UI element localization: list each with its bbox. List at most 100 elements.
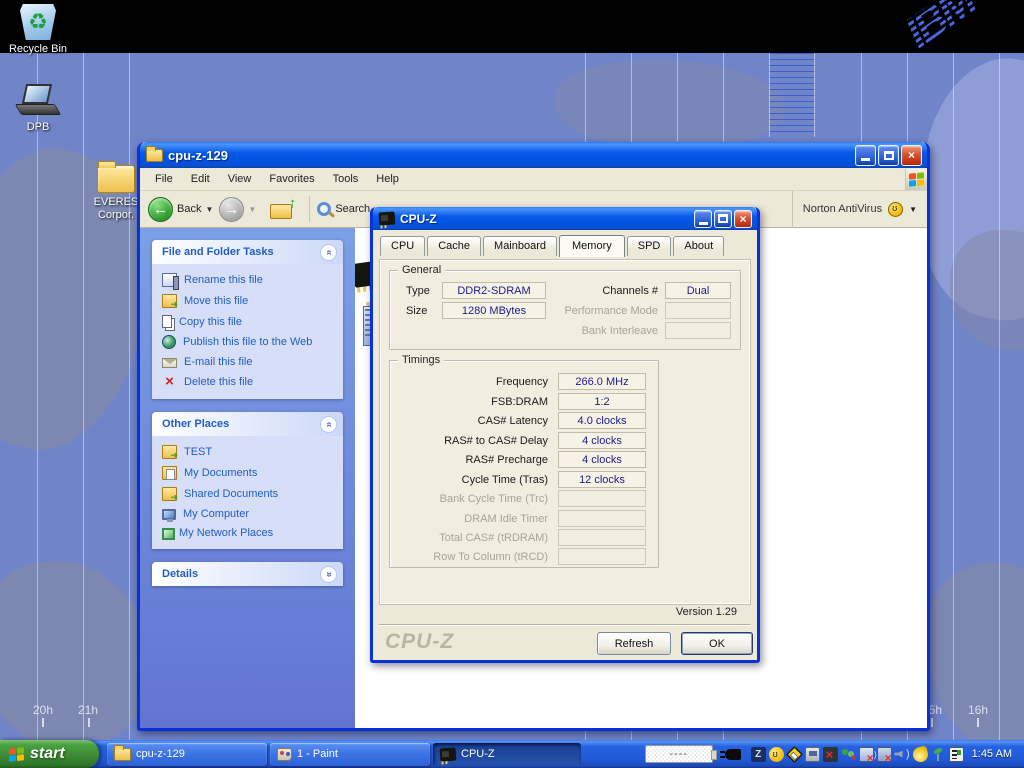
forward-button[interactable]: → ▼ xyxy=(219,197,256,222)
task-move-this-file[interactable]: Move this file xyxy=(162,294,337,308)
chevron-up-icon[interactable]: « xyxy=(320,416,337,433)
battery-meter-icon[interactable]: ---- xyxy=(645,745,713,763)
hour-label: 20h xyxy=(33,703,53,717)
maximize-button[interactable] xyxy=(714,210,732,228)
network-computer-icon[interactable] xyxy=(805,747,820,762)
window-title: cpu-z-129 xyxy=(168,148,853,163)
cpuz-window: CPU-Z × CPU Cache Mainboard Memory SPD A… xyxy=(370,207,760,663)
slash-tray-icon[interactable]: Z xyxy=(751,747,766,762)
explorer-titlebar[interactable]: cpu-z-129 × xyxy=(140,142,927,168)
place-my-computer[interactable]: My Computer xyxy=(162,508,337,520)
network-icon xyxy=(162,529,172,538)
cpuz-tabs: CPU Cache Mainboard Memory SPD About xyxy=(373,230,757,256)
users-blocked-icon[interactable] xyxy=(841,747,856,762)
media-display-icon[interactable] xyxy=(949,747,964,762)
maximize-button[interactable] xyxy=(878,145,899,166)
menu-file[interactable]: File xyxy=(146,170,182,188)
search-button[interactable]: Search xyxy=(317,202,370,216)
chevron-down-icon[interactable]: ▼ xyxy=(909,205,917,214)
folder-icon xyxy=(162,445,177,459)
windows-flag-icon xyxy=(9,747,24,761)
chevron-down-icon[interactable]: « xyxy=(320,566,337,583)
panel-title: Details xyxy=(162,568,198,580)
computer-error-icon[interactable] xyxy=(859,747,874,762)
place-test[interactable]: TEST xyxy=(162,445,337,459)
taskbar-clock[interactable]: 1:45 AM xyxy=(972,748,1012,760)
task-publish-this-file[interactable]: Publish this file to the Web xyxy=(162,335,337,349)
timing-value xyxy=(558,490,646,507)
timing-label: FSB:DRAM xyxy=(390,396,548,408)
norton-face-icon[interactable] xyxy=(769,747,784,762)
hour-tick xyxy=(977,718,979,727)
chevron-up-icon[interactable]: « xyxy=(320,244,337,261)
panel-header[interactable]: File and Folder Tasks « xyxy=(152,240,343,264)
refresh-button[interactable]: Refresh xyxy=(597,632,671,655)
close-button[interactable]: × xyxy=(734,210,752,228)
minimize-button[interactable] xyxy=(855,145,876,166)
sprout-icon[interactable] xyxy=(931,747,946,762)
tab-mainboard[interactable]: Mainboard xyxy=(483,236,557,256)
tab-cache[interactable]: Cache xyxy=(427,236,481,256)
folder-icon xyxy=(162,487,177,501)
version-text: Version 1.29 xyxy=(676,606,737,618)
back-dropdown-arrow[interactable]: ▼ xyxy=(205,205,213,214)
field-label: Bank Interleave xyxy=(550,325,658,337)
field-label: Performance Mode xyxy=(550,305,658,317)
taskbar-button-cpuz[interactable]: CPU-Z xyxy=(433,743,581,766)
hour-tick xyxy=(88,718,90,727)
menu-edit[interactable]: Edit xyxy=(182,170,219,188)
task-delete-this-file[interactable]: × Delete this file xyxy=(162,375,337,389)
task-copy-this-file[interactable]: Copy this file xyxy=(162,315,337,328)
tab-about[interactable]: About xyxy=(673,236,724,256)
wallpaper-meridian xyxy=(953,53,954,740)
panel-header[interactable]: Other Places « xyxy=(152,412,343,436)
close-button[interactable]: × xyxy=(901,145,922,166)
minimize-button[interactable] xyxy=(694,210,712,228)
norton-icon xyxy=(888,202,903,217)
place-shared-documents[interactable]: Shared Documents xyxy=(162,487,337,501)
up-button[interactable]: ↑ xyxy=(270,199,294,219)
task-email-this-file[interactable]: E-mail this file xyxy=(162,356,337,368)
desktop-icon-recycle-bin[interactable]: ♻ Recycle Bin xyxy=(2,4,74,56)
timing-label: RAS# to CAS# Delay xyxy=(390,435,548,447)
ok-button[interactable]: OK xyxy=(681,632,753,655)
tab-spd[interactable]: SPD xyxy=(627,236,672,256)
panel-file-and-folder-tasks: File and Folder Tasks « Rename this file… xyxy=(152,240,343,399)
menu-view[interactable]: View xyxy=(219,170,261,188)
wallpaper-map-blob xyxy=(950,230,1024,350)
norton-antivirus-toolbar[interactable]: Norton AntiVirus ▼ xyxy=(792,191,927,228)
panel-header[interactable]: Details « xyxy=(152,562,343,586)
folder-icon xyxy=(114,748,131,761)
email-icon xyxy=(162,358,177,368)
mail-alert-icon[interactable] xyxy=(785,745,802,762)
speaker-icon[interactable] xyxy=(895,747,910,762)
cpuz-titlebar[interactable]: CPU-Z × xyxy=(373,207,757,230)
timing-label: CAS# Latency xyxy=(390,415,548,427)
desktop-icon-dpb[interactable]: DPB xyxy=(2,84,74,134)
power-plug-icon[interactable] xyxy=(725,749,741,760)
memory-type-value: DDR2-SDRAM xyxy=(442,282,546,299)
taskbar-button-paint[interactable]: 1 - Paint xyxy=(270,743,430,766)
place-my-documents[interactable]: My Documents xyxy=(162,466,337,480)
copy-icon xyxy=(162,315,172,328)
timing-label: Bank Cycle Time (Trc) xyxy=(390,493,548,505)
task-rename-this-file[interactable]: Rename this file xyxy=(162,273,337,287)
menu-favorites[interactable]: Favorites xyxy=(260,170,323,188)
taskbar-button-cpu-z-129[interactable]: cpu-z-129 xyxy=(107,743,267,766)
swoosh-icon[interactable] xyxy=(911,745,929,763)
task-label: CPU-Z xyxy=(461,748,495,760)
desktop-icon-label: DPB xyxy=(2,121,74,134)
task-label: E-mail this file xyxy=(184,356,252,368)
display-error-icon[interactable] xyxy=(877,747,892,762)
no-signal-icon[interactable] xyxy=(823,747,838,762)
wallpaper-map-blob xyxy=(555,60,785,150)
place-my-network-places[interactable]: My Network Places xyxy=(162,527,337,539)
menu-tools[interactable]: Tools xyxy=(324,170,368,188)
desktop: 20h 21h 15h 16h IBM ♻ Recycle Bin DPB EV… xyxy=(0,0,1024,768)
tab-cpu[interactable]: CPU xyxy=(380,236,425,256)
tab-memory[interactable]: Memory xyxy=(559,235,625,257)
start-button[interactable]: start xyxy=(0,740,99,768)
menu-help[interactable]: Help xyxy=(367,170,408,188)
back-label: Back xyxy=(177,203,201,215)
back-button[interactable]: ← Back ▼ xyxy=(148,197,213,222)
